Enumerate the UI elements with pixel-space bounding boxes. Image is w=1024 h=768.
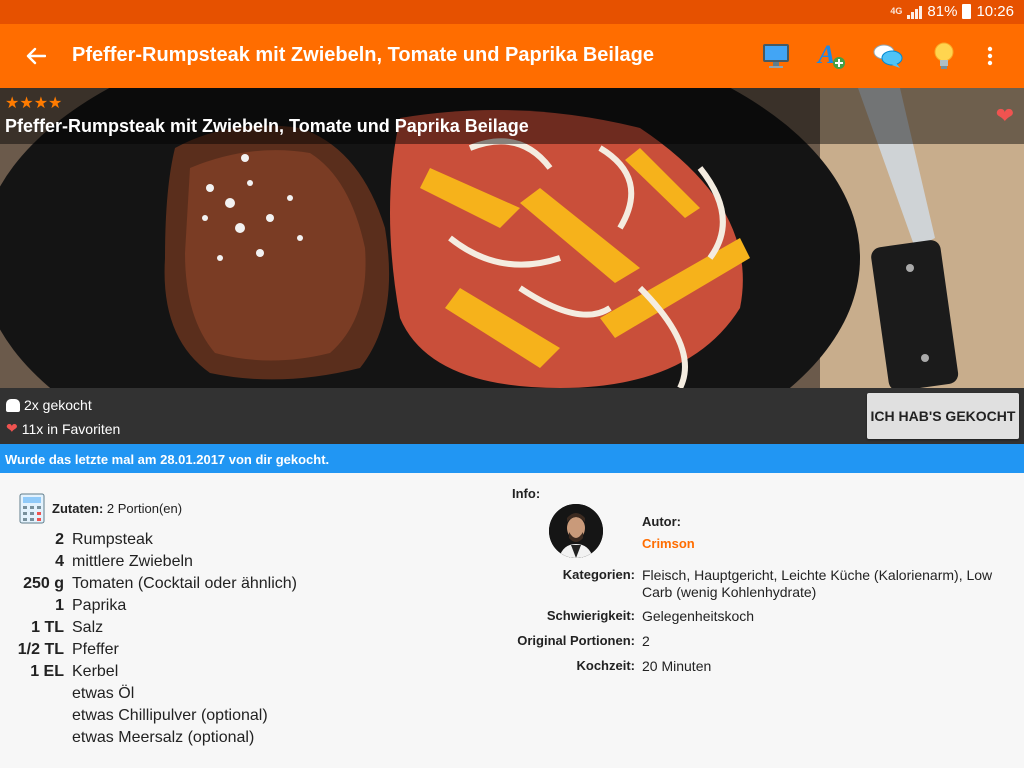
back-arrow-icon[interactable] [20, 38, 52, 74]
ingredient-row: 1 TL Salz [0, 619, 400, 641]
portions: 2 Portion(en) [106, 501, 183, 516]
ingredient-row: 2 Rumpsteak [0, 531, 400, 553]
ingredient-row: 1/2 TL Pfeffer [0, 641, 400, 663]
author-link[interactable]: Crimson [642, 536, 695, 551]
ingredient-qty: 2 [55, 531, 64, 548]
status-bar: 4G 81% 10:26 [0, 0, 1024, 24]
signal-icon [907, 5, 923, 19]
calculator-icon[interactable] [19, 493, 45, 524]
app-bar: Pfeffer-Rumpsteak mit Zwiebeln, Tomate u… [0, 24, 1024, 88]
chef-hat-icon [6, 398, 20, 412]
cooked-count-label: 2x gekocht [24, 397, 92, 413]
ingredient-name: Salz [72, 619, 104, 636]
ingredient-qty: 250 g [23, 575, 64, 592]
info-value: Fleisch, Hauptgericht, Leichte Küche (Ka… [642, 567, 993, 600]
ingredient-row: etwas Öl [0, 685, 400, 707]
favorites-count: ❤ 11x in Favoriten [6, 420, 120, 437]
ingredient-name: mittlere Zwiebeln [72, 553, 193, 570]
author-label: Autor: [642, 514, 681, 529]
favorites-count-label: 11x in Favoriten [21, 420, 121, 437]
recipe-title: Pfeffer-Rumpsteak mit Zwiebeln, Tomate u… [5, 116, 529, 136]
ingredient-name: Rumpsteak [72, 531, 153, 548]
ingredient-name: etwas Öl [72, 685, 135, 702]
ingredient-qty: 1 EL [30, 663, 64, 680]
overflow-menu-icon[interactable] [972, 38, 1008, 74]
monitor-icon[interactable] [758, 38, 794, 74]
lightbulb-icon[interactable] [926, 38, 962, 74]
ingredient-row: 4 mittlere Zwiebeln [0, 553, 400, 575]
battery-percent: 81% [927, 3, 958, 20]
status-indicators: 4G 81% 10:26 [890, 3, 1014, 20]
ingredients-label: Zutaten: [52, 501, 104, 516]
ingredient-name: etwas Meersalz (optional) [72, 729, 255, 746]
cooked-it-button[interactable]: ICH HAB'S GEKOCHT [867, 393, 1019, 439]
ingredient-name: Paprika [72, 597, 127, 614]
info-value: 2 [642, 633, 650, 649]
network-type: 4G [890, 6, 903, 16]
info-key: Kochzeit: [576, 658, 636, 673]
info-key: Original Portionen: [517, 633, 635, 648]
ingredient-qty: 1 [55, 597, 64, 614]
ingredient-row: 250 g Tomaten (Cocktail oder ähnlich) [0, 575, 400, 597]
stats-bar: 2x gekocht ❤ 11x in Favoriten ICH HAB'S … [0, 388, 1024, 444]
cooked-count: 2x gekocht [6, 397, 92, 413]
ingredient-row: 1 Paprika [0, 597, 400, 619]
ingredient-qty: 1/2 TL [17, 641, 64, 658]
favorite-heart-icon[interactable]: ❤ [996, 103, 1014, 129]
svg-text:A: A [816, 41, 835, 69]
ingredient-name: Kerbel [72, 663, 119, 680]
info-label: Info: [512, 486, 541, 501]
ingredient-name: etwas Chillipulver (optional) [72, 707, 268, 724]
ingredients-header: Zutaten: 2 Portion(en) [52, 501, 182, 516]
info-value: Gelegenheitskoch [642, 608, 755, 624]
ingredient-row: etwas Meersalz (optional) [0, 729, 400, 751]
avatar[interactable] [549, 504, 603, 558]
ingredient-qty: 4 [55, 553, 64, 570]
last-cooked-notice: Wurde das letzte mal am 28.01.2017 von d… [0, 444, 1024, 473]
clock: 10:26 [976, 3, 1014, 20]
ingredient-qty: 1 TL [31, 619, 64, 636]
chat-bubbles-icon[interactable] [870, 38, 906, 74]
font-add-icon[interactable]: A [814, 38, 850, 74]
ingredient-row: etwas Chillipulver (optional) [0, 707, 400, 729]
info-key: Kategorien: [562, 567, 635, 582]
battery-icon [962, 4, 972, 19]
rating-stars: ★★★★ [5, 95, 63, 112]
ingredient-row: 1 EL Kerbel [0, 663, 400, 685]
recipe-details: Zutaten: 2 Portion(en) 2 Rumpsteak 4 mittl… [0, 473, 1024, 768]
page-title: Pfeffer-Rumpsteak mit Zwiebeln, Tomate u… [72, 44, 654, 66]
recipe-hero-image: ★★★★ Pfeffer-Rumpsteak mit Zwiebeln, Tom… [0, 88, 1024, 388]
ingredient-name: Tomaten (Cocktail oder ähnlich) [72, 575, 297, 592]
heart-icon: ❤ [6, 420, 18, 436]
info-value: 20 Minuten [642, 658, 712, 674]
info-key: Schwierigkeit: [546, 608, 635, 623]
ingredient-name: Pfeffer [72, 641, 119, 658]
